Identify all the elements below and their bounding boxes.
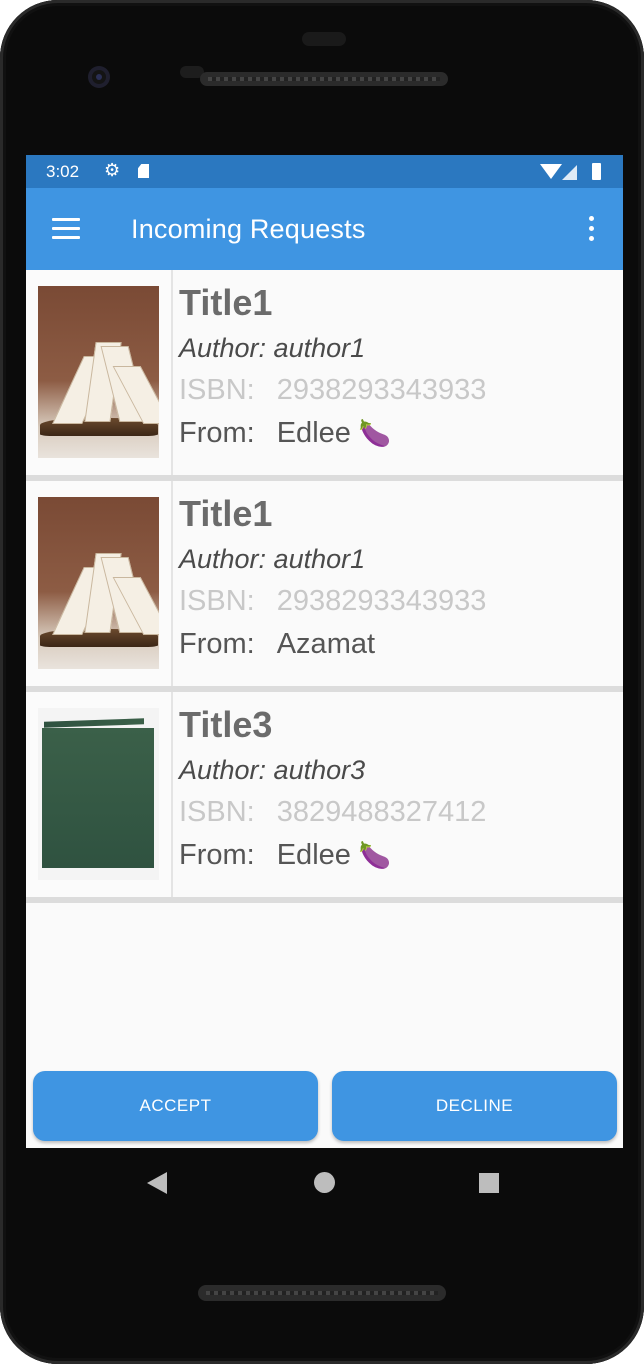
thumbnail-frame bbox=[26, 692, 173, 897]
from-label: From: bbox=[179, 628, 255, 660]
status-bar: 3:02 ⚙ bbox=[26, 155, 623, 188]
isbn-label: ISBN: bbox=[179, 585, 255, 617]
earpiece bbox=[302, 32, 346, 46]
recents-icon[interactable] bbox=[479, 1173, 499, 1193]
requester-name: Edlee bbox=[276, 417, 351, 449]
isbn-label: ISBN: bbox=[179, 374, 255, 406]
requester-name: Azamat bbox=[276, 628, 376, 660]
book-author: Author: author1 bbox=[179, 333, 366, 363]
status-time: 3:02 bbox=[46, 162, 80, 181]
battery-icon bbox=[592, 163, 601, 180]
isbn-row: ISBN: 3829488327412 bbox=[179, 796, 486, 829]
page-title: Incoming Requests bbox=[131, 214, 366, 244]
screen: 3:02 ⚙ Incoming Requests Title1 Author: … bbox=[26, 155, 623, 1148]
isbn-value: 2938293343933 bbox=[276, 374, 487, 406]
from-label: From: bbox=[179, 839, 255, 871]
open-book-image bbox=[38, 497, 159, 669]
action-bar: ACCEPT DECLINE bbox=[26, 1069, 623, 1141]
request-card[interactable]: Title1 Author: author1 ISBN: 293829334393… bbox=[26, 270, 623, 481]
request-list: Title1 Author: author1 ISBN: 293829334393… bbox=[26, 270, 623, 903]
bottom-speaker bbox=[198, 1285, 446, 1301]
wifi-icon bbox=[540, 164, 562, 179]
from-row: From: Edlee 🍆 bbox=[179, 839, 391, 872]
book-title: Title1 bbox=[179, 282, 273, 323]
eggplant-emoji-icon: 🍆 bbox=[358, 840, 392, 870]
front-camera bbox=[88, 66, 110, 88]
from-row: From: Edlee 🍆 bbox=[179, 417, 391, 450]
hamburger-menu-icon[interactable] bbox=[52, 218, 80, 240]
isbn-value: 2938293343933 bbox=[276, 585, 487, 617]
from-row: From: Azamat bbox=[179, 628, 375, 661]
isbn-row: ISBN: 2938293343933 bbox=[179, 374, 486, 407]
request-card[interactable]: Title3 Author: author3 ISBN: 382948832741… bbox=[26, 692, 623, 903]
requester-name: Edlee bbox=[276, 839, 351, 871]
thumbnail-frame bbox=[26, 481, 173, 686]
home-icon[interactable] bbox=[314, 1172, 335, 1193]
signal-icon bbox=[562, 165, 577, 180]
open-book-image bbox=[38, 286, 159, 458]
more-vert-icon[interactable] bbox=[589, 216, 595, 242]
request-card[interactable]: Title1 Author: author1 ISBN: 293829334393… bbox=[26, 481, 623, 692]
top-speaker bbox=[200, 72, 448, 86]
book-title: Title3 bbox=[179, 704, 273, 745]
from-label: From: bbox=[179, 417, 255, 449]
sd-card-icon bbox=[138, 164, 149, 178]
isbn-row: ISBN: 2938293343933 bbox=[179, 585, 486, 618]
green-book-image bbox=[38, 708, 159, 880]
decline-button[interactable]: DECLINE bbox=[332, 1071, 617, 1141]
isbn-label: ISBN: bbox=[179, 796, 255, 828]
accept-button[interactable]: ACCEPT bbox=[33, 1071, 318, 1141]
system-nav-bar bbox=[0, 1148, 644, 1220]
gear-icon: ⚙ bbox=[104, 160, 121, 180]
phone-frame: 3:02 ⚙ Incoming Requests Title1 Author: … bbox=[0, 0, 644, 1364]
isbn-value: 3829488327412 bbox=[276, 796, 487, 828]
eggplant-emoji-icon: 🍆 bbox=[358, 418, 392, 448]
thumbnail-frame bbox=[26, 270, 173, 475]
book-title: Title1 bbox=[179, 493, 273, 534]
book-author: Author: author3 bbox=[179, 755, 366, 785]
app-bar: Incoming Requests bbox=[26, 188, 623, 270]
back-icon[interactable] bbox=[147, 1172, 167, 1194]
book-author: Author: author1 bbox=[179, 544, 366, 574]
